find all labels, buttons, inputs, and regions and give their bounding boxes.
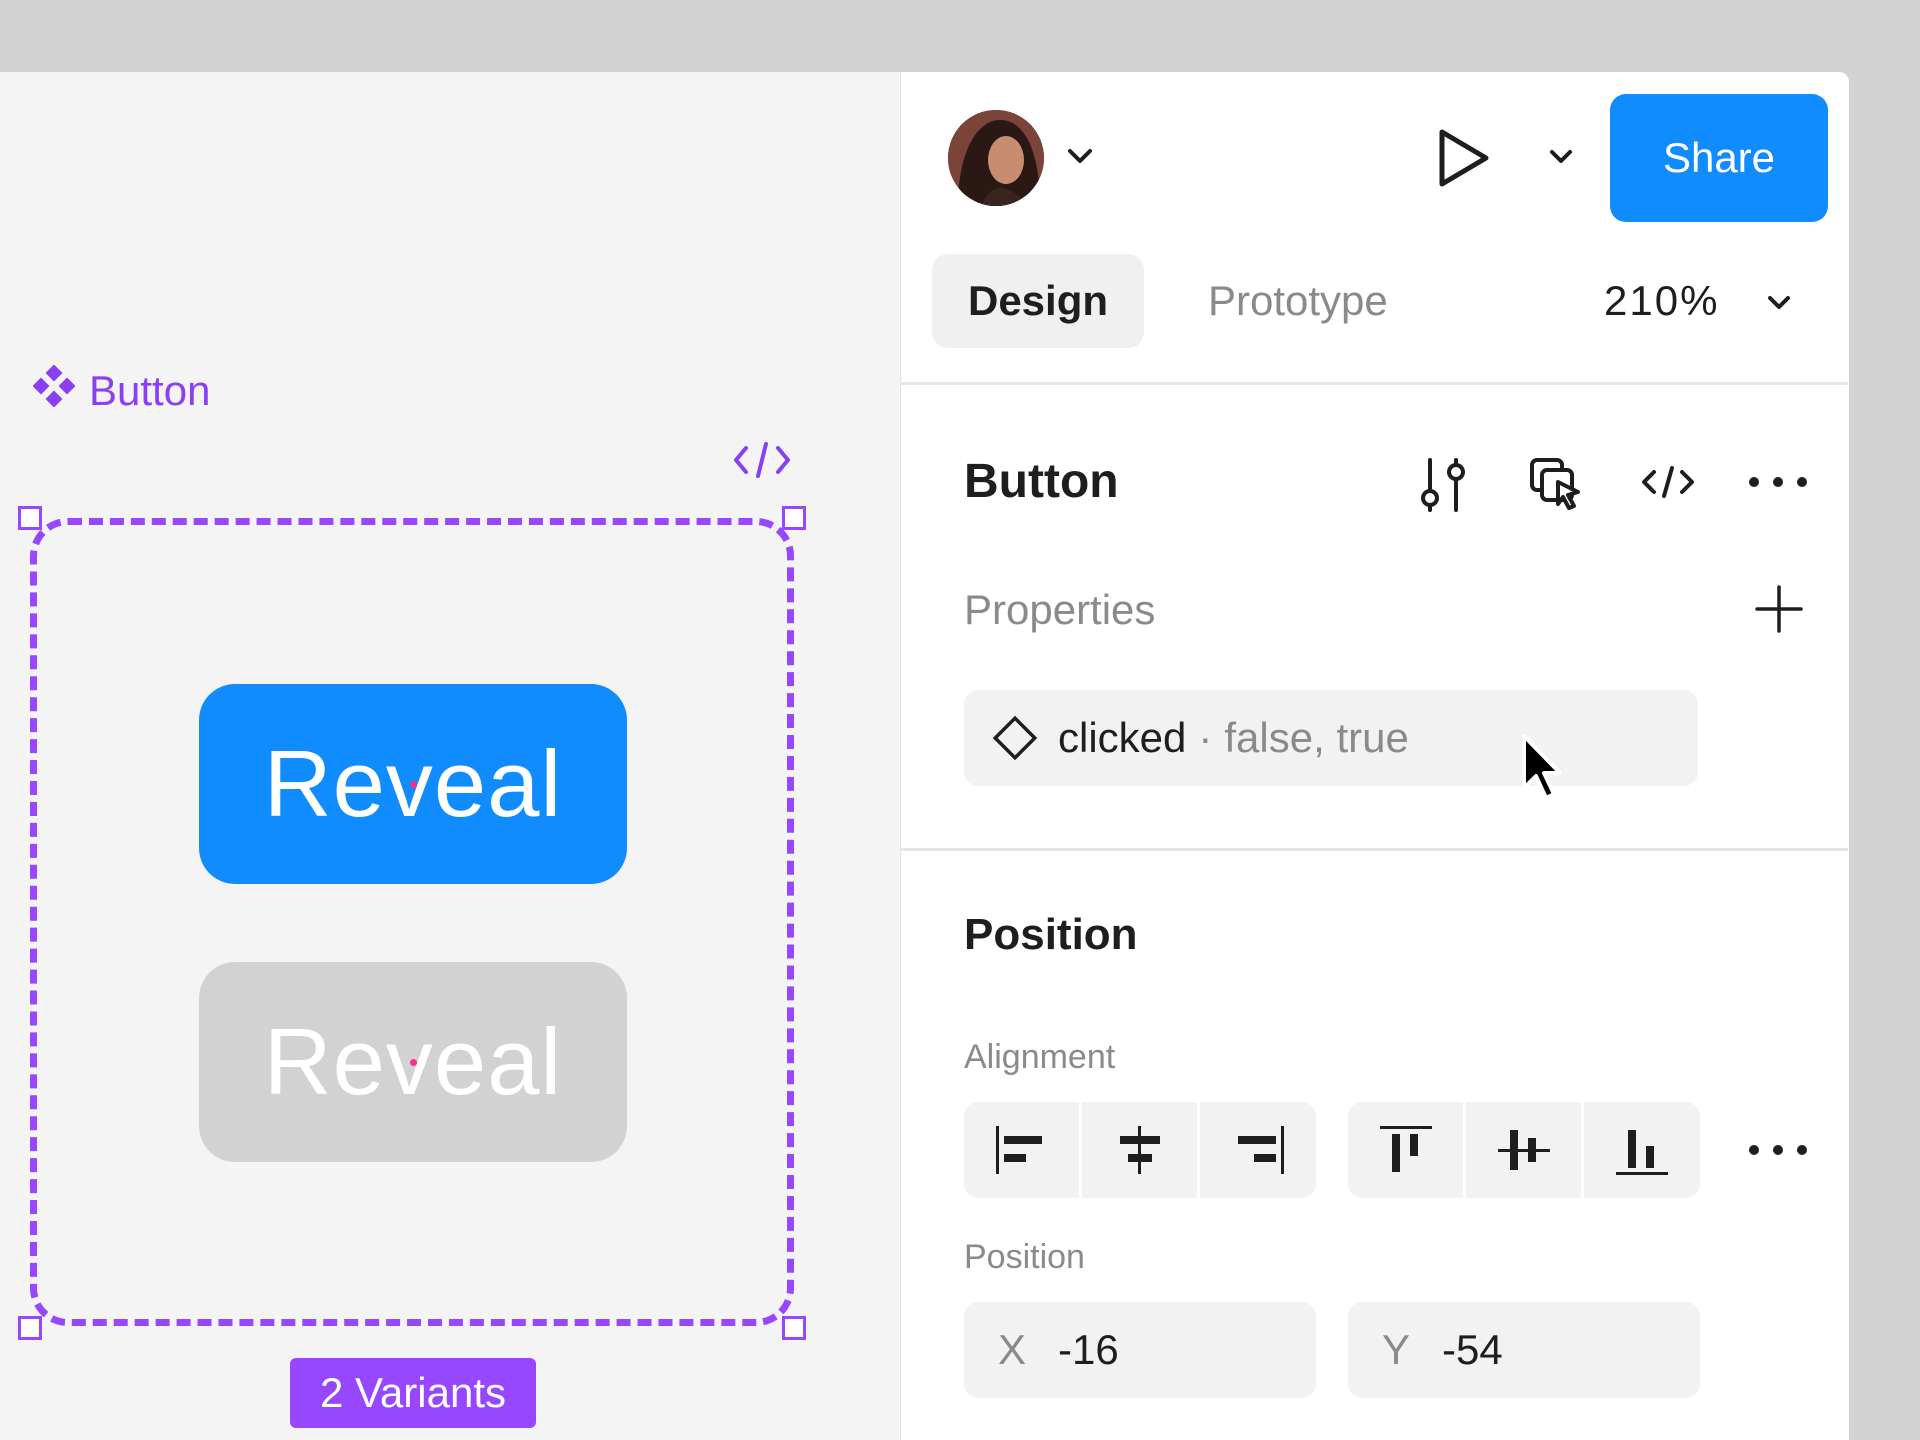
avatar-menu-chevron-icon[interactable] <box>1066 146 1094 171</box>
component-title: Button <box>964 455 1119 508</box>
section-divider <box>900 848 1848 851</box>
y-position-field[interactable]: Y -54 <box>1348 1302 1700 1398</box>
align-top-button[interactable] <box>1348 1102 1466 1198</box>
add-property-icon[interactable] <box>1754 584 1804 639</box>
position-label: Position <box>964 1238 1085 1276</box>
tab-design[interactable]: Design <box>932 254 1144 348</box>
tab-prototype[interactable]: Prototype <box>1208 254 1388 348</box>
more-options-icon[interactable] <box>1746 472 1810 497</box>
properties-label: Properties <box>964 586 1156 633</box>
position-section-title: Position <box>964 910 1138 959</box>
resize-handle-top-right[interactable] <box>782 506 806 530</box>
horizontal-alignment-group <box>964 1102 1316 1198</box>
share-button-label: Share <box>1662 134 1776 181</box>
component-set-frame[interactable] <box>30 518 794 1326</box>
component-icon <box>32 364 76 417</box>
variants-count-badge: 2 Variants <box>290 1358 536 1428</box>
resize-handle-top-left[interactable] <box>18 506 42 530</box>
present-options-chevron-icon[interactable] <box>1548 148 1574 171</box>
align-horizontal-center-button[interactable] <box>1082 1102 1200 1198</box>
center-point-marker <box>410 1059 417 1066</box>
component-set-name: Button <box>89 367 211 414</box>
variant-property-values: false, true <box>1224 714 1409 761</box>
variant-property-separator: · <box>1198 714 1213 761</box>
align-left-icon <box>995 1126 1042 1174</box>
alignment-label: Alignment <box>964 1038 1116 1076</box>
center-point-marker <box>410 781 417 788</box>
align-top-icon <box>1379 1126 1432 1172</box>
align-bottom-button[interactable] <box>1584 1102 1700 1198</box>
y-position-value: -54 <box>1442 1326 1503 1373</box>
avatar[interactable] <box>948 110 1044 206</box>
component-set-label[interactable]: Button <box>32 363 211 419</box>
variants-count-text: 2 Variants <box>320 1369 506 1416</box>
align-vertical-center-icon <box>1497 1130 1550 1170</box>
align-horizontal-center-icon <box>1119 1126 1160 1174</box>
interactive-component-icon[interactable] <box>1528 456 1588 517</box>
vertical-alignment-group <box>1348 1102 1700 1198</box>
align-vertical-center-button[interactable] <box>1466 1102 1584 1198</box>
zoom-chevron-icon[interactable] <box>1766 294 1792 317</box>
tab-prototype-label: Prototype <box>1208 277 1388 324</box>
more-alignment-options-icon[interactable] <box>1746 1140 1810 1165</box>
code-icon[interactable] <box>1640 462 1696 507</box>
play-icon[interactable] <box>1436 126 1492 195</box>
resize-handle-bottom-left[interactable] <box>18 1316 42 1340</box>
x-axis-label: X <box>998 1326 1027 1373</box>
align-right-button[interactable] <box>1200 1102 1316 1198</box>
resize-handle-bottom-right[interactable] <box>782 1316 806 1340</box>
x-position-field[interactable]: X -16 <box>964 1302 1316 1398</box>
align-left-button[interactable] <box>964 1102 1082 1198</box>
y-axis-label: Y <box>1382 1326 1411 1373</box>
variant-property-name: clicked <box>1058 714 1187 761</box>
zoom-level-value: 210% <box>1604 277 1720 324</box>
code-icon[interactable] <box>732 438 792 482</box>
align-bottom-icon <box>1616 1130 1668 1175</box>
share-button[interactable]: Share <box>1610 94 1828 222</box>
section-divider <box>900 382 1848 385</box>
zoom-level-dropdown[interactable]: 210% <box>1604 254 1719 348</box>
variant-property-row[interactable]: clicked · false, true <box>964 690 1698 786</box>
adjust-properties-icon[interactable] <box>1416 454 1472 519</box>
variant-property-icon <box>990 713 1040 763</box>
tab-design-label: Design <box>967 277 1109 324</box>
x-position-value: -16 <box>1058 1326 1119 1373</box>
align-right-icon <box>1238 1126 1284 1174</box>
mouse-cursor-icon <box>1520 732 1568 809</box>
